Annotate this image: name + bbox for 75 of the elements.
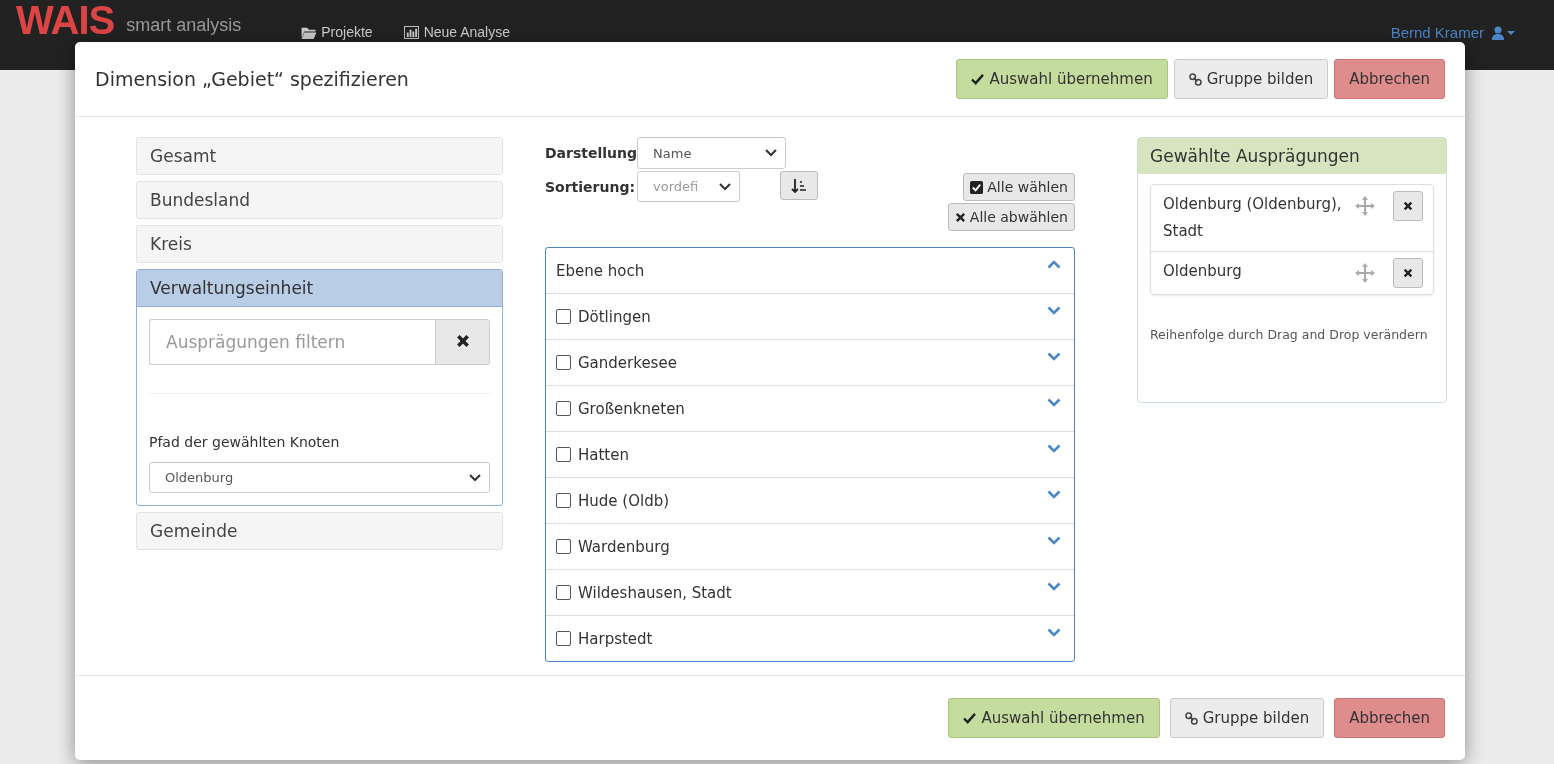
- item-label: Wardenburg: [578, 537, 670, 556]
- checkmark-icon: [963, 712, 977, 724]
- apply-selection-button[interactable]: Auswahl übernehmen: [948, 698, 1160, 738]
- item-label: Hatten: [578, 445, 629, 464]
- close-icon: [455, 333, 470, 348]
- close-icon: [1403, 201, 1413, 211]
- selected-item-label: Oldenburg (Oldenburg), Stadt: [1163, 194, 1343, 242]
- apply-selection-button[interactable]: Auswahl übernehmen: [956, 59, 1168, 99]
- remove-button[interactable]: [1393, 258, 1423, 288]
- chevron-up-icon: [1047, 260, 1061, 269]
- checkbox[interactable]: [556, 447, 571, 462]
- item-label: Großenkneten: [578, 399, 685, 418]
- user-caret-icon: [1490, 25, 1518, 40]
- checked-box-icon: [970, 180, 984, 194]
- chevron-down-icon: [719, 182, 732, 191]
- selected-item-label: Oldenburg: [1163, 261, 1243, 282]
- checkbox[interactable]: [556, 309, 571, 324]
- checkbox[interactable]: [556, 493, 571, 508]
- item-label: Hude (Oldb): [578, 491, 670, 510]
- chevron-down-icon[interactable]: [1047, 490, 1061, 499]
- create-group-button[interactable]: Gruppe bilden: [1173, 59, 1329, 99]
- checkbox[interactable]: [556, 401, 571, 416]
- chevron-down-icon: [469, 473, 481, 482]
- clear-filter-button[interactable]: [435, 319, 490, 365]
- link-icon: [1184, 711, 1198, 725]
- checkmark-icon: [971, 73, 985, 85]
- create-group-button[interactable]: Gruppe bilden: [1169, 698, 1325, 738]
- nav-link[interactable]: Projekte: [301, 24, 373, 40]
- close-icon: [954, 211, 966, 223]
- display-select[interactable]: Name: [637, 137, 787, 169]
- nav-link[interactable]: Neue Analyse: [402, 24, 511, 40]
- chevron-down-icon[interactable]: [1047, 444, 1061, 453]
- display-label: Darstellung: [545, 145, 638, 161]
- checkbox[interactable]: [556, 355, 571, 370]
- path-label: Pfad der gewählten Knoten: [149, 434, 341, 450]
- deselect-all-button[interactable]: Alle abwählen: [947, 203, 1075, 231]
- item-label: Dötlingen: [578, 307, 651, 326]
- filter-input[interactable]: Ausprägungen filtern: [149, 319, 435, 365]
- selected-panel-title: Gewählte Ausprägungen: [1138, 138, 1446, 174]
- cancel-button[interactable]: Abbrechen: [1334, 698, 1445, 738]
- chevron-down-icon[interactable]: [1047, 582, 1061, 591]
- cancel-button[interactable]: Abbrechen: [1334, 59, 1445, 99]
- link-icon: [1188, 72, 1202, 86]
- bar-chart-icon: [402, 25, 420, 39]
- level-tab[interactable]: Bundesland: [136, 181, 503, 219]
- level-tab[interactable]: Gesamt: [136, 137, 503, 175]
- sort-label: Sortierung:: [545, 178, 637, 195]
- item-label: Ganderkesee: [578, 353, 677, 372]
- level-tab[interactable]: Verwaltungseinheit: [137, 270, 502, 307]
- level-tab[interactable]: Gemeinde: [136, 512, 503, 550]
- select-all-button[interactable]: Alle wählen: [963, 173, 1075, 201]
- folder-icon: [301, 25, 318, 39]
- path-select[interactable]: Oldenburg: [149, 462, 490, 493]
- chevron-down-icon[interactable]: [1047, 306, 1061, 315]
- level-up-row[interactable]: Ebene hoch: [546, 248, 1074, 294]
- sort-icon: [791, 177, 808, 194]
- brand-logo: WAIS: [16, 0, 115, 40]
- chevron-down-icon[interactable]: [1047, 398, 1061, 407]
- user-menu[interactable]: Bernd Kramer: [1390, 24, 1518, 41]
- item-label: Harpstedt: [578, 629, 653, 648]
- item-label: Wildeshausen, Stadt: [578, 583, 732, 602]
- brand-tagline: smart analysis: [126, 15, 242, 36]
- chevron-down-icon: [765, 149, 778, 157]
- sort-order-button[interactable]: [780, 171, 819, 200]
- dialog-title: Dimension „Gebiet“ spezifizieren: [95, 68, 409, 90]
- remove-button[interactable]: [1393, 191, 1423, 221]
- reorder-hint: Reihenfolge durch Drag and Drop verändern: [1150, 326, 1429, 344]
- close-icon: [1403, 268, 1413, 278]
- chevron-down-icon[interactable]: [1047, 628, 1061, 637]
- checkbox[interactable]: [556, 631, 571, 646]
- level-tab[interactable]: Kreis: [136, 225, 503, 263]
- checkbox[interactable]: [556, 585, 571, 600]
- chevron-down-icon[interactable]: [1047, 536, 1061, 545]
- chevron-down-icon[interactable]: [1047, 352, 1061, 361]
- checkbox[interactable]: [556, 539, 571, 554]
